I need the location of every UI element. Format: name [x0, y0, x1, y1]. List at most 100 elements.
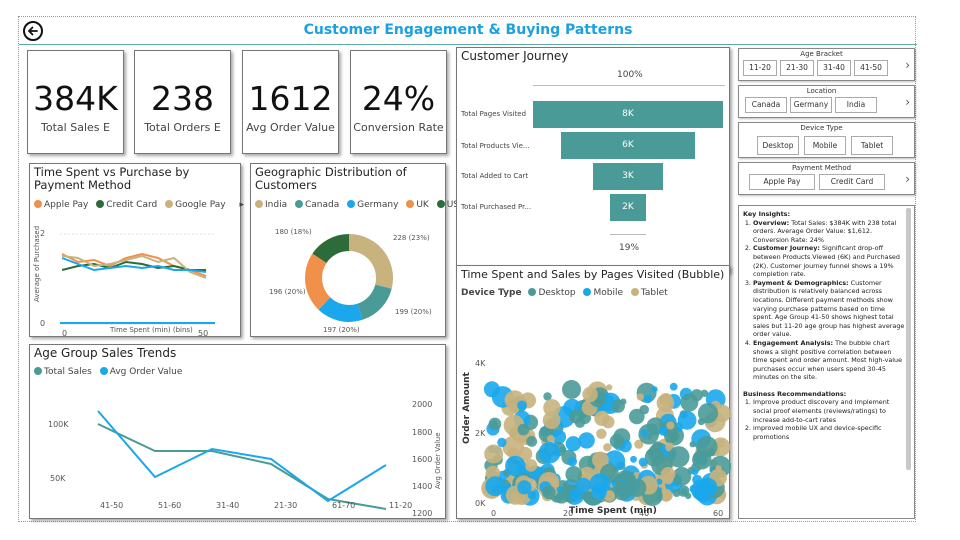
kpi-card-total-orders: 238 Total Orders E [134, 50, 231, 154]
avg-order-value-line [97, 410, 387, 503]
kpi-value: 238 [151, 79, 214, 118]
insight-heading: Customer Journey: [753, 244, 820, 253]
bubble [578, 432, 595, 449]
bubble [609, 433, 625, 449]
x-tick: 0 [62, 329, 67, 338]
bubble [483, 381, 500, 398]
kpi-card-total-sales: 384K Total Sales E [27, 50, 124, 154]
slicer-option[interactable]: Mobile [804, 136, 846, 155]
legend-next-icon[interactable]: ▸ [239, 200, 244, 210]
bubble [651, 386, 658, 393]
bubble [680, 393, 699, 412]
slicer-age-bracket: Age Bracket 11-20 21-30 31-40 41-50 › [738, 48, 915, 81]
bubble [640, 429, 649, 437]
bubble [517, 480, 532, 495]
time-spent-purchase-chart[interactable]: Time Spent vs Purchase by Payment Method… [29, 163, 244, 338]
x-tick: 21-30 [274, 501, 298, 510]
recommendations-heading: Business Recommendations: [743, 389, 847, 398]
slicer-title: Payment Method [791, 164, 852, 172]
slicer-option[interactable]: Apple Pay [749, 174, 815, 190]
donut-plot: 228 (23%) 199 (20%) 197 (20%) 196 (20%) … [269, 228, 432, 334]
bubble [567, 456, 577, 467]
slicer-option[interactable]: 31-40 [817, 60, 851, 76]
recommendation-item: Improve product discovery and Implement … [753, 398, 905, 424]
bubble [647, 449, 654, 456]
legend-swatch [630, 288, 639, 296]
chevron-right-icon[interactable]: › [905, 95, 910, 109]
insights-heading: Key Insights: [743, 210, 791, 218]
slicer-option[interactable]: India [835, 97, 877, 113]
slicer-option[interactable]: Germany [790, 97, 832, 113]
insights-scrollbar[interactable] [906, 208, 911, 470]
chart-title: Time Spent and Sales by Pages Visited (B… [461, 268, 725, 281]
x-tick: 51-60 [158, 501, 182, 510]
bubble [603, 443, 612, 452]
legend-swatch [406, 200, 415, 208]
x-tick: 31-40 [216, 501, 240, 510]
slicer-option[interactable]: 21-30 [780, 60, 814, 76]
chevron-right-icon[interactable]: › [905, 172, 910, 186]
bubble-plot: 4K 2K 0K Order Amount 0 20 40 60 [462, 359, 731, 518]
bubble [556, 486, 563, 493]
total-sales-line [97, 423, 387, 510]
chevron-right-icon[interactable]: › [905, 58, 910, 72]
chart-legend: India Canada Germany UK USA [255, 200, 470, 210]
slicer-title: Location [806, 87, 837, 95]
funnel-bar-products[interactable]: 6K [561, 132, 695, 159]
funnel-bar-purchased[interactable]: 2K [610, 194, 646, 221]
funnel-bar-cart[interactable]: 3K [593, 163, 663, 190]
bubble [691, 479, 713, 501]
bubble [542, 485, 556, 500]
slice-label-germany: 197 (20%) [323, 326, 360, 334]
legend-label: Mobile [593, 288, 623, 298]
legend-label: Germany [357, 200, 399, 210]
customer-journey-funnel[interactable]: Customer Journey 100% Total Pages Visite… [456, 47, 730, 273]
slicer-option[interactable]: 11-20 [743, 60, 777, 76]
funnel-bar-value: 6K [622, 140, 634, 150]
funnel-top-pct: 100% [617, 70, 643, 80]
funnel-bar-pages[interactable]: 8K [533, 101, 723, 128]
age-group-trends-chart[interactable]: Age Group Sales Trends Total Sales Avg O… [29, 344, 446, 519]
legend-swatch [436, 200, 445, 208]
insight-heading: Payment & Demographics: [753, 278, 849, 287]
bubble [505, 455, 526, 477]
legend-swatch [528, 288, 537, 296]
bubble-series [481, 380, 731, 506]
chart-title: Age Group Sales Trends [34, 346, 177, 360]
insight-item: Overview: Total Sales: $384K with 238 to… [753, 219, 905, 245]
chart-title: Time Spent vs Purchase by Payment Method [34, 165, 190, 192]
legend-swatch [96, 200, 105, 208]
legend-swatch [294, 200, 303, 208]
bubble [594, 410, 610, 426]
age-trend-plot: 100K 50K 2000 1800 1600 1400 1200 Avg Or… [48, 400, 442, 518]
kpi-value: 384K [33, 79, 118, 118]
legend-label: Canada [304, 200, 340, 210]
slicer-option[interactable]: Canada [745, 97, 787, 113]
legend-swatch [99, 367, 108, 375]
funnel-bar-value: 8K [622, 109, 634, 119]
bubble [692, 450, 712, 470]
slice-canada[interactable] [357, 284, 392, 320]
slicer-option[interactable]: 41-50 [854, 60, 888, 76]
slicer-option[interactable]: Tablet [851, 136, 893, 155]
x-axis-label: Time Spent (min) [569, 506, 657, 516]
bubble [517, 400, 527, 411]
bubble [672, 489, 681, 497]
x-tick: 61-70 [332, 501, 356, 510]
bubble [684, 492, 692, 499]
geo-distribution-chart[interactable]: Geographic Distribution of Customers Ind… [250, 163, 465, 337]
slicer-option[interactable]: Credit Card [819, 174, 885, 190]
report-title: Customer Engagement & Buying Patterns [303, 22, 633, 38]
bubble [691, 468, 699, 476]
y-tick-right: 1400 [412, 482, 432, 491]
title-bar: Customer Engagement & Buying Patterns [19, 17, 917, 45]
kpi-value: 24% [361, 79, 436, 118]
slice-india[interactable] [349, 234, 394, 289]
slicer-option[interactable]: Desktop [757, 136, 799, 155]
bubble-chart[interactable]: Time Spent and Sales by Pages Visited (B… [456, 265, 731, 519]
insights-panel[interactable]: Key Insights: Overview: Total Sales: $38… [738, 205, 915, 519]
funnel-bar-value: 2K [622, 202, 634, 212]
legend-label: Total Sales [44, 367, 92, 377]
slicer-title: Device Type [800, 124, 843, 132]
funnel-stage-label: Total Added to Cart [461, 172, 529, 180]
